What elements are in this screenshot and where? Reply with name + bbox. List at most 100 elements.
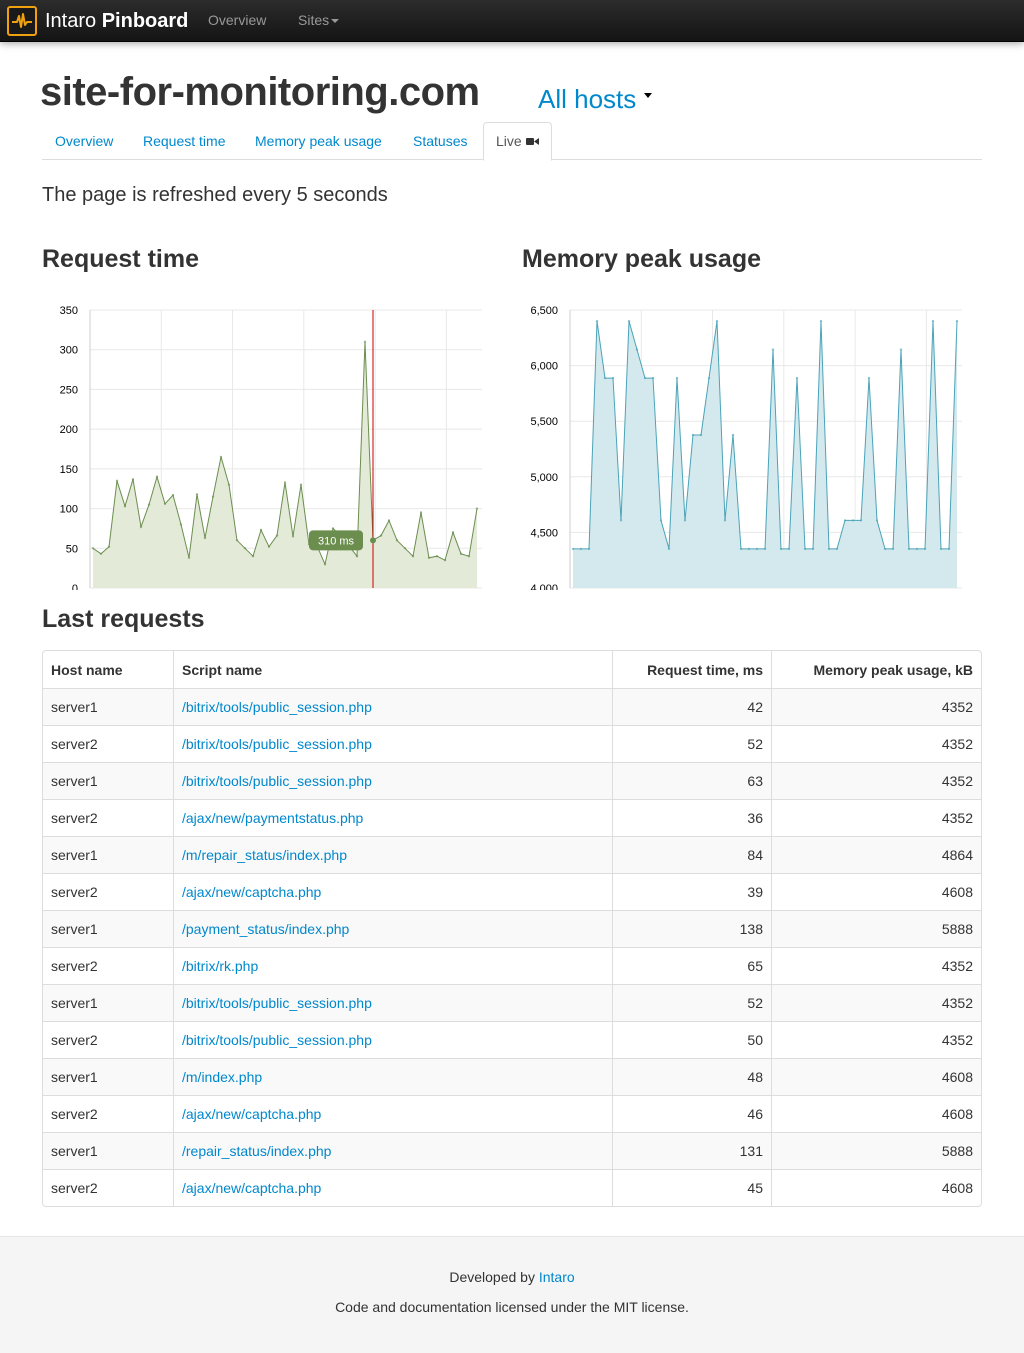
data-point bbox=[747, 547, 751, 551]
data-point bbox=[467, 555, 471, 558]
tab-live-label: Live bbox=[496, 133, 522, 149]
data-point bbox=[923, 547, 927, 551]
script-link[interactable]: /repair_status/index.php bbox=[182, 1143, 331, 1159]
script-link[interactable]: /payment_status/index.php bbox=[182, 921, 349, 937]
script-link[interactable]: /bitrix/tools/public_session.php bbox=[182, 995, 372, 1011]
data-point bbox=[955, 319, 959, 323]
script-cell: /ajax/new/paymentstatus.php bbox=[173, 799, 612, 836]
data-point bbox=[643, 376, 647, 380]
script-link[interactable]: /ajax/new/paymentstatus.php bbox=[182, 810, 363, 826]
data-point bbox=[443, 559, 447, 562]
nav-sites-dropdown[interactable]: Sites bbox=[298, 12, 340, 28]
host-cell: server2 bbox=[43, 725, 173, 762]
tab-statuses[interactable]: Statuses bbox=[401, 122, 479, 160]
memory-peak-chart[interactable]: 4,000 4,500 5,000 5,500 6,000 6,500 bbox=[522, 300, 968, 590]
data-point bbox=[587, 547, 591, 551]
script-cell: /bitrix/tools/public_session.php bbox=[173, 725, 612, 762]
memory-cell: 4352 bbox=[771, 688, 981, 725]
data-point bbox=[379, 534, 383, 537]
data-point bbox=[675, 376, 679, 380]
script-link[interactable]: /bitrix/tools/public_session.php bbox=[182, 1032, 372, 1048]
memory-cell: 4608 bbox=[771, 1058, 981, 1095]
hosts-dropdown[interactable]: All hosts bbox=[538, 84, 653, 115]
data-point bbox=[139, 525, 143, 528]
script-cell: /bitrix/tools/public_session.php bbox=[173, 984, 612, 1021]
data-point bbox=[659, 519, 663, 522]
script-cell: /repair_status/index.php bbox=[173, 1132, 612, 1169]
page-title: site-for-monitoring.com bbox=[40, 70, 480, 114]
table-row: server1/m/index.php 48 4608 bbox=[43, 1058, 981, 1095]
brand-name: Intaro Pinboard bbox=[45, 10, 188, 33]
table-row: server2/bitrix/tools/public_session.php 5… bbox=[43, 1021, 981, 1058]
caret-down-icon bbox=[644, 92, 653, 98]
brand[interactable]: Intaro Pinboard bbox=[7, 5, 188, 37]
col-request-time: Request time, ms bbox=[612, 651, 771, 688]
script-link[interactable]: /bitrix/tools/public_session.php bbox=[182, 699, 372, 715]
script-link[interactable]: /bitrix/tools/public_session.php bbox=[182, 773, 372, 789]
host-cell: server1 bbox=[43, 688, 173, 725]
data-point bbox=[243, 547, 247, 550]
data-point bbox=[875, 519, 879, 522]
script-cell: /ajax/new/captcha.php bbox=[173, 873, 612, 910]
script-link[interactable]: /ajax/new/captcha.php bbox=[182, 1106, 321, 1122]
request-time-cell: 42 bbox=[612, 688, 771, 725]
data-point bbox=[147, 503, 151, 506]
data-point bbox=[459, 552, 463, 555]
data-point bbox=[827, 547, 831, 551]
intaro-link[interactable]: Intaro bbox=[539, 1269, 575, 1285]
memory-cell: 4608 bbox=[771, 873, 981, 910]
memory-cell: 4608 bbox=[771, 1095, 981, 1132]
data-point bbox=[363, 340, 367, 343]
y-tick-label: 6,000 bbox=[530, 361, 558, 373]
data-point bbox=[851, 519, 855, 522]
script-link[interactable]: /bitrix/tools/public_session.php bbox=[182, 736, 372, 752]
request-time-heading: Request time bbox=[42, 245, 199, 273]
data-point bbox=[619, 519, 623, 522]
hosts-dropdown-label: All hosts bbox=[538, 84, 637, 114]
data-point bbox=[203, 536, 207, 540]
table-row: server1/m/repair_status/index.php 84 4864 bbox=[43, 836, 981, 873]
tab-memory-peak-usage[interactable]: Memory peak usage bbox=[243, 122, 394, 160]
script-link[interactable]: /bitrix/rk.php bbox=[182, 958, 258, 974]
request-time-cell: 48 bbox=[612, 1058, 771, 1095]
data-point bbox=[803, 547, 807, 551]
tab-overview[interactable]: Overview bbox=[43, 122, 125, 160]
table-row: server1/payment_status/index.php 138 5888 bbox=[43, 910, 981, 947]
request-time-chart[interactable]: 0 50 100 150 200 250 300 350 310 ms bbox=[42, 300, 488, 590]
data-point bbox=[771, 348, 775, 351]
data-point bbox=[667, 547, 671, 551]
table-row: server1/bitrix/tools/public_session.php 4… bbox=[43, 688, 981, 725]
script-link[interactable]: /ajax/new/captcha.php bbox=[182, 884, 321, 900]
site-tabs: Overview Request time Memory peak usage … bbox=[42, 122, 982, 161]
data-point bbox=[115, 479, 119, 482]
data-point bbox=[99, 552, 103, 555]
y-tick-label: 4,000 bbox=[530, 583, 558, 590]
memory-peak-heading: Memory peak usage bbox=[522, 245, 761, 273]
data-point bbox=[811, 547, 815, 551]
tab-request-time[interactable]: Request time bbox=[131, 122, 237, 160]
top-navbar: Intaro Pinboard Overview Sites bbox=[0, 0, 1024, 42]
host-cell: server1 bbox=[43, 984, 173, 1021]
data-point bbox=[395, 539, 399, 542]
data-point bbox=[259, 528, 263, 532]
tab-live[interactable]: Live bbox=[483, 122, 552, 161]
data-point bbox=[123, 505, 127, 508]
table-row: server1/repair_status/index.php 131 5888 bbox=[43, 1132, 981, 1169]
data-point bbox=[731, 433, 735, 437]
script-link[interactable]: /m/index.php bbox=[182, 1069, 262, 1085]
data-point bbox=[611, 376, 615, 380]
script-link[interactable]: /m/repair_status/index.php bbox=[182, 847, 347, 863]
host-cell: server1 bbox=[43, 1132, 173, 1169]
data-point bbox=[131, 478, 135, 481]
data-point bbox=[267, 545, 271, 548]
col-host-name: Host name bbox=[51, 661, 123, 678]
data-point bbox=[187, 556, 191, 559]
request-time-cell: 50 bbox=[612, 1021, 771, 1058]
table-row: server2/bitrix/tools/public_session.php 5… bbox=[43, 725, 981, 762]
request-time-cell: 84 bbox=[612, 836, 771, 873]
script-link[interactable]: /ajax/new/captcha.php bbox=[182, 1180, 321, 1196]
data-point bbox=[883, 547, 887, 551]
data-point bbox=[155, 475, 159, 478]
nav-overview-link[interactable]: Overview bbox=[208, 12, 266, 28]
memory-cell: 4352 bbox=[771, 762, 981, 799]
